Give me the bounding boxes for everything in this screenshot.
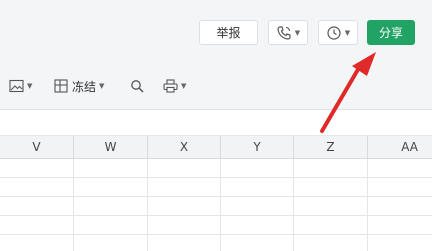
annotation-arrow — [320, 52, 376, 133]
